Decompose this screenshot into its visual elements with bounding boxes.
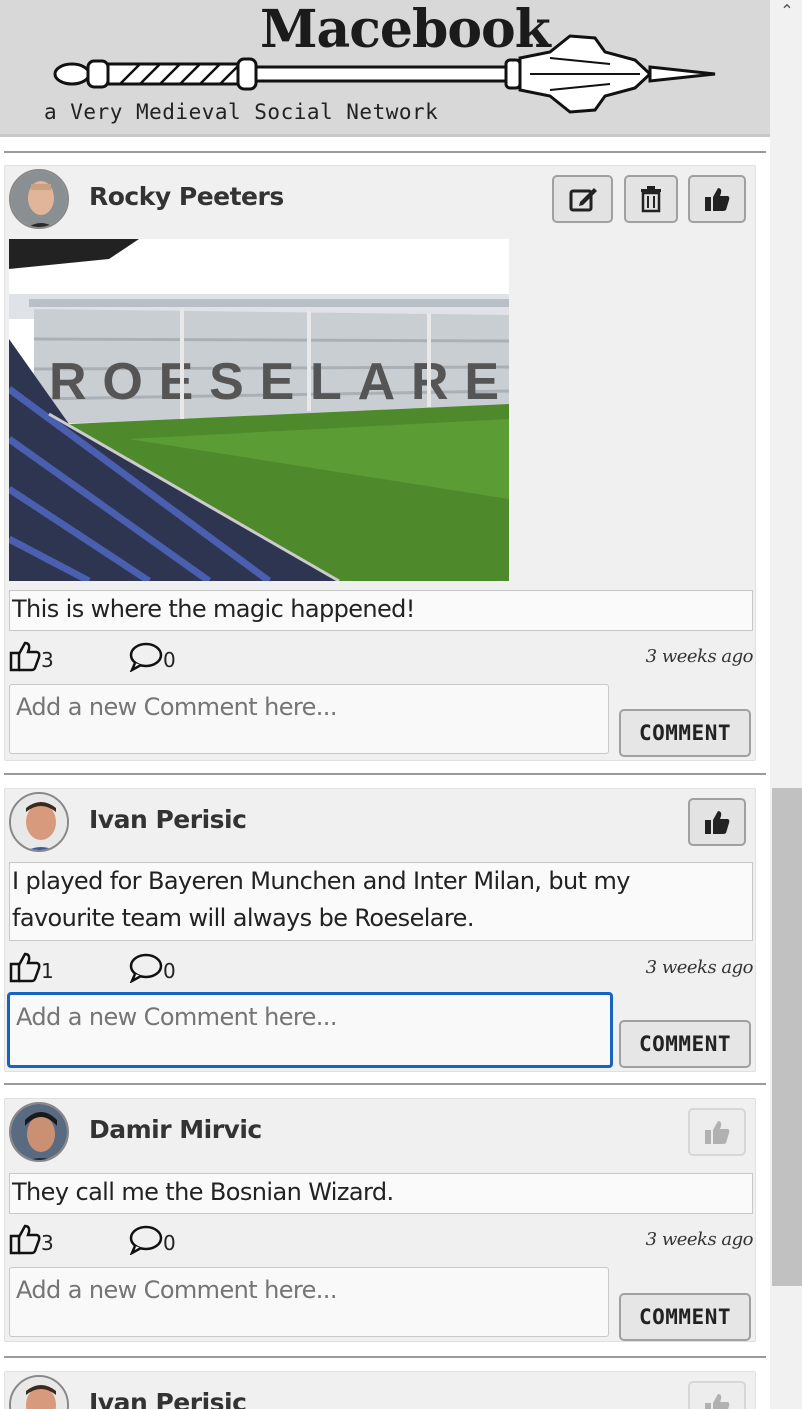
post-card: Ivan Perisic	[4, 1371, 756, 1409]
thumbs-up-icon	[705, 811, 730, 834]
avatar[interactable]	[9, 792, 69, 852]
comment-button[interactable]: COMMENT	[619, 709, 751, 757]
site-tagline: a Very Medieval Social Network	[44, 100, 439, 124]
like-button[interactable]	[688, 1108, 746, 1156]
like-counter[interactable]: 1	[9, 949, 54, 983]
thumbs-up-icon	[705, 1394, 730, 1409]
comment-input[interactable]	[9, 1267, 609, 1337]
comment-counter[interactable]: 0	[129, 1221, 176, 1255]
thumbs-up-outline-icon	[9, 952, 41, 983]
edit-icon	[569, 188, 597, 212]
thumbs-up-icon	[705, 1121, 730, 1144]
comment-input[interactable]	[9, 684, 609, 754]
post-text-line: I played for Bayeren Munchen and Inter M…	[12, 867, 630, 895]
delete-button[interactable]	[624, 175, 678, 223]
post-text: I played for Bayeren Munchen and Inter M…	[9, 862, 753, 941]
post-author[interactable]: Damir Mirvic	[89, 1115, 262, 1144]
comment-counter[interactable]: 0	[129, 949, 176, 983]
post-stats: 3 0 3 weeks ago	[9, 638, 754, 672]
comment-count: 0	[163, 959, 176, 983]
post-text-line: favourite team will always be Roeselare.	[12, 904, 474, 932]
post-image[interactable]: ROESELARE	[9, 239, 509, 581]
comment-count: 0	[163, 1231, 176, 1255]
post-timestamp: 3 weeks ago	[645, 646, 754, 667]
post-stats: 1 0 3 weeks ago	[9, 949, 754, 983]
post-text: They call me the Bosnian Wizard.	[9, 1173, 753, 1214]
divider	[4, 1356, 766, 1358]
scrollbar-thumb[interactable]	[772, 788, 802, 1286]
post-author[interactable]: Ivan Perisic	[89, 805, 247, 834]
thumbs-up-outline-icon	[9, 1224, 41, 1255]
page-scrollbar[interactable]: ⌃	[770, 0, 802, 1409]
post-timestamp: 3 weeks ago	[645, 1229, 754, 1250]
comment-bubble-icon	[129, 1225, 163, 1255]
like-count: 1	[41, 959, 54, 983]
edit-button[interactable]	[552, 175, 613, 223]
comment-input[interactable]	[7, 992, 613, 1068]
comment-counter[interactable]: 0	[129, 638, 176, 672]
avatar[interactable]	[9, 169, 69, 229]
post-timestamp: 3 weeks ago	[645, 957, 754, 978]
divider	[4, 151, 766, 153]
post-stats: 3 0 3 weeks ago	[9, 1221, 754, 1255]
page: Macebook a Very Medieval Social Network …	[0, 0, 770, 1409]
post-author[interactable]: Ivan Perisic	[89, 1388, 247, 1409]
comment-bubble-icon	[129, 642, 163, 672]
trash-icon	[641, 186, 661, 213]
comment-count: 0	[163, 648, 176, 672]
comment-button[interactable]: COMMENT	[619, 1293, 751, 1341]
thumbs-up-outline-icon	[9, 641, 41, 672]
thumbs-up-icon	[705, 188, 730, 211]
like-counter[interactable]: 3	[9, 638, 54, 672]
post-card: Rocky Peeters ROESELARE This is where th…	[4, 165, 756, 761]
divider	[4, 773, 766, 775]
scroll-up-icon[interactable]: ⌃	[778, 2, 796, 20]
like-counter[interactable]: 3	[9, 1221, 54, 1255]
like-count: 3	[41, 1231, 54, 1255]
site-header: Macebook a Very Medieval Social Network	[0, 0, 770, 137]
post-text: This is where the magic happened!	[9, 590, 753, 631]
post-card: Ivan Perisic I played for Bayeren Munche…	[4, 788, 756, 1072]
site-title: Macebook	[260, 0, 551, 60]
post-card: Damir Mirvic They call me the Bosnian Wi…	[4, 1098, 756, 1342]
like-button[interactable]	[688, 1381, 746, 1409]
divider	[4, 1083, 766, 1085]
like-button[interactable]	[688, 798, 746, 846]
comment-button[interactable]: COMMENT	[619, 1020, 751, 1068]
like-count: 3	[41, 648, 54, 672]
stadium-lettering: ROESELARE	[49, 353, 499, 411]
post-author[interactable]: Rocky Peeters	[89, 182, 284, 211]
comment-bubble-icon	[129, 953, 163, 983]
avatar[interactable]	[9, 1375, 69, 1409]
avatar[interactable]	[9, 1102, 69, 1162]
like-button[interactable]	[688, 175, 746, 223]
